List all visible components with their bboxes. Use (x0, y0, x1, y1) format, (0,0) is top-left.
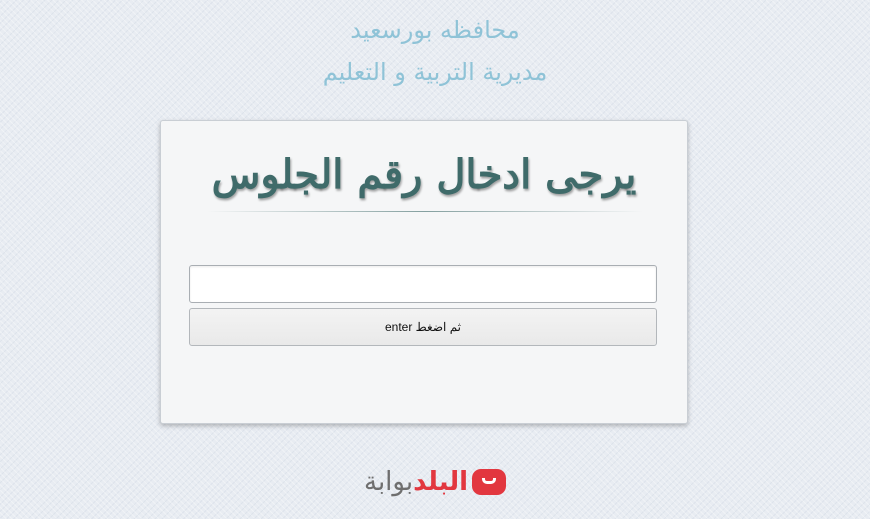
logo-text-gray: بوابة (364, 467, 414, 497)
seat-number-input[interactable] (189, 265, 657, 303)
seat-number-form: يرجى ادخال رقم الجلوس ثم اضغط enter (160, 120, 688, 424)
logo-text-red: البلد (413, 467, 468, 497)
logo-text: البلدبوابة (364, 465, 468, 499)
site-logo[interactable]: البلدبوابة (0, 462, 870, 502)
directorate-title: مديرية التربية و التعليم (322, 58, 548, 86)
governorate-title: محافظه بورسعيد (350, 16, 520, 44)
submit-button[interactable]: ثم اضغط enter (189, 308, 657, 346)
logo-badge-icon (472, 469, 506, 495)
form-title: يرجى ادخال رقم الجلوس (211, 151, 637, 198)
title-divider (207, 211, 643, 212)
